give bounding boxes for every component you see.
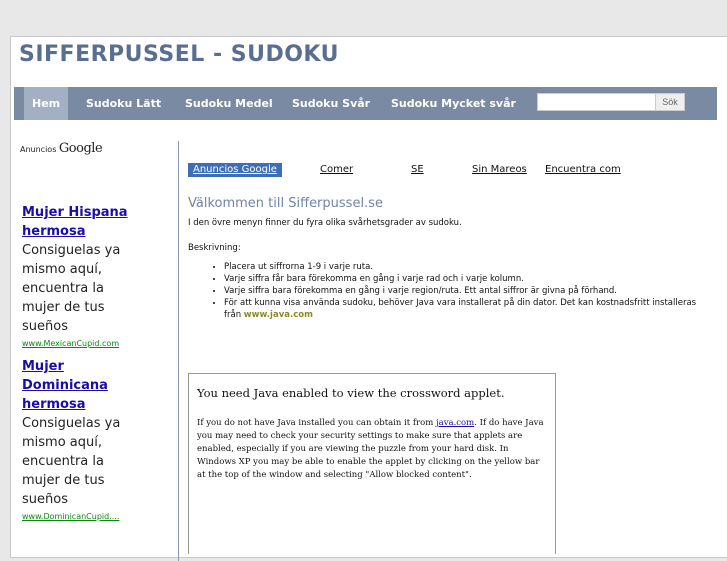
rule-item: Varje siffra bara förekomma en gång i va… <box>224 286 704 298</box>
rule-item: Varje siffra får bara förekomma en gång … <box>224 274 704 286</box>
nav-item-sudoku-easy[interactable]: Sudoku Lätt <box>86 87 161 120</box>
ad-title-link[interactable]: Mujer Dominicana hermosa <box>22 357 142 414</box>
ad-link-comer[interactable]: Comer <box>320 163 353 177</box>
ad-url-link[interactable]: www.DominicanCupid.... <box>22 510 142 524</box>
main-nav: Hem Sudoku Lätt Sudoku Medel Sudoku Svår… <box>14 87 717 120</box>
ads-google-link[interactable]: Anuncios Google <box>188 163 282 177</box>
search-input[interactable] <box>537 93 658 111</box>
ad-link-se[interactable]: SE <box>411 163 424 177</box>
nav-item-home[interactable]: Hem <box>24 87 69 120</box>
java-applet-box: You need Java enabled to view the crossw… <box>188 373 556 554</box>
ad-link-encuentra[interactable]: Encuentra com <box>545 163 621 177</box>
applet-text-before: If you do not have Java installed you ca… <box>197 418 434 428</box>
ad-link-sin-mareos[interactable]: Sin Mareos <box>472 163 527 177</box>
java-com-link[interactable]: java.com <box>436 418 474 428</box>
nav-item-sudoku-medium[interactable]: Sudoku Medel <box>185 87 273 120</box>
ad-url-link[interactable]: www.MexicanCupid.com <box>22 337 142 351</box>
intro-text: I den övre menyn finner du fyra olika sv… <box>188 218 462 228</box>
ads-label-text: Anuncios <box>20 145 57 154</box>
ad-text: Consiguelas ya mismo aquí, encuentra la … <box>22 416 121 507</box>
search-button[interactable]: Sök <box>655 93 685 111</box>
rules-list: Placera ut siffrorna 1-9 i varje ruta. V… <box>188 262 704 322</box>
java-download-link[interactable]: www.java.com <box>244 310 313 320</box>
ad-title-link[interactable]: Mujer Hispana hermosa <box>22 203 142 241</box>
applet-title: You need Java enabled to view the crossw… <box>197 386 505 400</box>
ad-text: Consiguelas ya mismo aquí, encuentra la … <box>22 243 121 334</box>
nav-item-sudoku-hard[interactable]: Sudoku Svår <box>292 87 370 120</box>
nav-item-sudoku-very-hard[interactable]: Sudoku Mycket svår <box>391 87 516 120</box>
rule-item: Placera ut siffrorna 1-9 i varje ruta. <box>224 262 704 274</box>
applet-message: If you do not have Java installed you ca… <box>197 417 549 482</box>
sidebar-ad: Mujer Hispana hermosa Consiguelas ya mis… <box>22 203 142 351</box>
site-title: SIFFERPUSSEL - SUDOKU <box>19 42 339 67</box>
sidebar-divider <box>178 141 179 561</box>
description-label: Beskrivning: <box>188 243 241 253</box>
sidebar-ads-label: Anuncios Google <box>20 141 103 156</box>
sidebar-ad: Mujer Dominicana hermosa Consiguelas ya … <box>22 357 142 524</box>
welcome-title: Välkommen till Sifferpussel.se <box>188 196 383 211</box>
rule-item: För att kunna visa använda sudoku, behöv… <box>224 298 704 321</box>
google-logo: Google <box>58 141 103 156</box>
